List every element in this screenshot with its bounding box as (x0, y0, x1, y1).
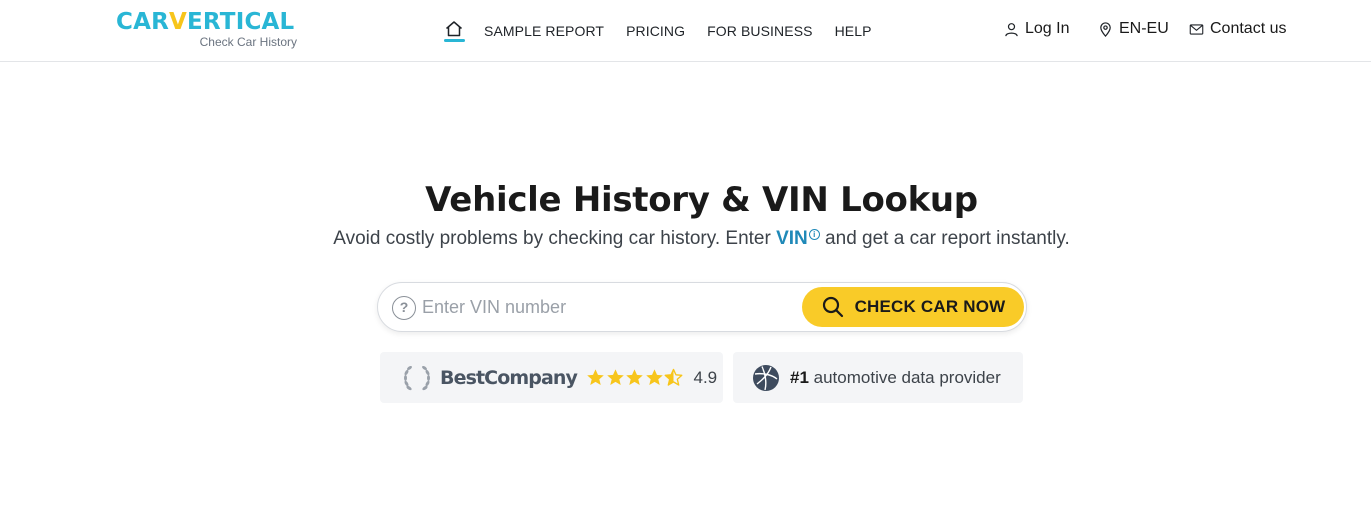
language-label: EN-EU (1119, 20, 1169, 37)
bestcompany-name: BestCompany (440, 366, 578, 389)
search-icon (822, 296, 843, 318)
home-icon (446, 21, 462, 37)
nav-sample-report[interactable]: SAMPLE REPORT (484, 23, 604, 39)
check-car-button[interactable]: CHECK CAR NOW (802, 287, 1024, 327)
star-icon (645, 369, 663, 386)
site-header: CARVERTICAL Check Car History SAMPLE REP… (0, 0, 1371, 62)
info-icon[interactable]: i (808, 229, 820, 240)
language-selector[interactable]: EN-EU (1098, 20, 1169, 38)
rating-value: 4.9 (693, 367, 718, 387)
contact-link[interactable]: Contact us (1189, 20, 1286, 38)
nav-home[interactable] (442, 0, 466, 62)
subtitle-text-after: and get a car report instantly. (819, 228, 1070, 249)
logo-wordmark: CARVERTICAL (116, 9, 295, 35)
vin-input[interactable] (422, 293, 792, 321)
half-star-icon (664, 368, 683, 386)
bestcompany-badge: BestCompany 4.9 (380, 352, 723, 403)
user-icon (1005, 22, 1018, 36)
data-provider-text: #1 automotive data provider (790, 368, 1001, 388)
nav-help[interactable]: HELP (835, 23, 872, 39)
rank-label: #1 (790, 367, 809, 387)
globe-icon (752, 364, 780, 392)
nav-for-business[interactable]: FOR BUSINESS (707, 23, 812, 39)
star-icon (587, 369, 604, 386)
logo-tagline: Check Car History (199, 35, 297, 49)
vin-link[interactable]: VIN (776, 228, 808, 249)
active-nav-indicator (444, 39, 465, 42)
vin-search-form: ? CHECK CAR NOW (377, 282, 1027, 332)
provider-label: automotive data provider (808, 367, 1001, 387)
contact-label: Contact us (1210, 20, 1287, 37)
page-title: Vehicle History & VIN Lookup (425, 180, 978, 220)
main-nav: SAMPLE REPORT PRICING FOR BUSINESS HELP (442, 0, 894, 62)
star-rating (586, 368, 684, 387)
subtitle-text-before: Avoid costly problems by checking car hi… (333, 228, 777, 249)
star-icon (606, 369, 624, 386)
hero-subtitle: Avoid costly problems by checking car hi… (0, 228, 1371, 250)
carvertical-logo[interactable]: CARVERTICAL Check Car History (116, 8, 301, 52)
mail-icon (1189, 23, 1204, 35)
star-icon (626, 369, 643, 386)
help-icon[interactable]: ? (392, 296, 416, 320)
nav-pricing[interactable]: PRICING (626, 23, 685, 39)
check-car-label: CHECK CAR NOW (854, 297, 1006, 316)
login-link[interactable]: Log In (1004, 20, 1069, 38)
data-provider-badge: #1 automotive data provider (733, 352, 1023, 403)
laurel-icon (400, 361, 434, 395)
location-pin-icon (1100, 21, 1111, 37)
login-label: Log In (1025, 20, 1070, 37)
